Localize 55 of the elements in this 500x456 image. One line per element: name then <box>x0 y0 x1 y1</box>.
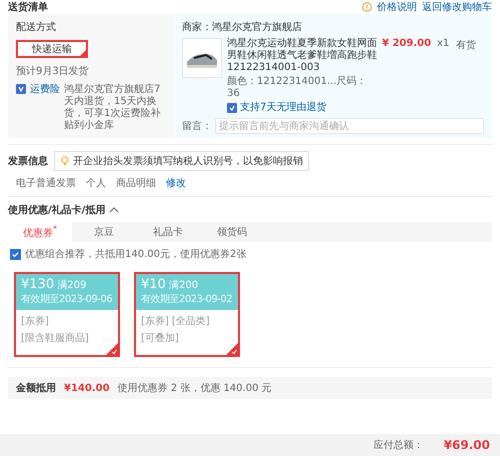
remark-field[interactable]: 提示留言前先与商家沟通确认 <box>215 118 484 134</box>
summary-label: 金额抵用 <box>16 381 56 395</box>
discount-amount: ¥140.00 <box>64 382 110 394</box>
header-link[interactable]: 价格说明 <box>377 0 417 14</box>
coupon-amount: ¥130 <box>21 277 54 292</box>
coupon-amount: ¥10 <box>141 277 166 292</box>
section-title: 使用优惠/礼品卡/抵用 <box>8 204 106 217</box>
invoice-detail: 电子普通发票 <box>16 176 76 190</box>
selected-corner-icon <box>226 343 238 355</box>
coupon-tag: [东券] <box>21 314 49 328</box>
bulb-icon <box>60 156 70 166</box>
insurance-text: 鸿星尔克官方旗舰店7天内退货，15天内换货，可享1次运费险补贴到小金库 <box>64 84 162 132</box>
coupon-card[interactable]: ¥130 满209 有效期至2023-09-06 [东券] [限含鞋服商品] <box>14 272 120 357</box>
total-amount: ¥69.00 <box>444 438 490 452</box>
coupon-condition: 满209 <box>57 280 86 291</box>
delivery-option[interactable]: 快递运输 <box>16 40 88 58</box>
shoe-thumbnail <box>182 38 222 78</box>
coupon-tab[interactable]: 礼品卡 <box>136 222 200 242</box>
store-name: 商家：鸿星尔克官方旗舰店 <box>182 20 303 34</box>
coupon-tab[interactable]: 领货码 <box>200 222 264 242</box>
insurance-tag: 运费险 <box>30 84 60 96</box>
product-title: 鸿星尔克运动鞋夏季新款女鞋网面男鞋休闲鞋透气老爹鞋増高跑步鞋 12122314001-003 <box>227 38 377 74</box>
total-label: 应付总额： <box>374 438 424 452</box>
chevron-icon[interactable] <box>109 207 120 213</box>
warning-icon <box>362 2 372 12</box>
product-spec: 颜色：12122314001...尺码：36 <box>227 76 368 100</box>
coupon-tab[interactable]: 京豆 <box>72 222 136 242</box>
recommend-text: 优惠组合推荐，共抵用140.00元，使用优惠券2张 <box>25 248 246 261</box>
edit-link[interactable]: 修改 <box>166 176 186 190</box>
coupon-tag: [可叠加] <box>141 331 179 345</box>
delivery-estimate: 预计9月3日发货 <box>16 64 89 78</box>
invoice-detail: 商品明细 <box>116 176 156 190</box>
section-title: 发票信息 <box>8 154 48 168</box>
header-link[interactable]: 返回修改购物车 <box>422 0 492 14</box>
coupon-condition: 满200 <box>169 280 198 291</box>
discount-summary: 使用优惠券 2 张，优惠 140.00 元 <box>118 382 272 395</box>
product-quantity: x1 <box>437 38 450 49</box>
coupon-validity: 有效期至2023-09-02 <box>141 292 233 306</box>
invoice-detail: 个人 <box>86 177 106 190</box>
stock-status: 有货 <box>456 39 476 52</box>
coupon-tab[interactable]: 优惠券$^{*}$ <box>8 222 72 242</box>
coupon-tag: [东券] <box>141 314 169 328</box>
delivery-label: 配送方式 <box>16 20 56 34</box>
selected-corner-icon <box>106 343 118 355</box>
coupon-card[interactable]: ¥10 满200 有效期至2023-09-02 [东券] [全品类] [可叠加] <box>134 272 240 357</box>
return-icon <box>227 103 237 113</box>
coupon-tag: [限含鞋服商品] <box>21 331 89 345</box>
coupon-tag: [全品类] <box>172 314 210 328</box>
coupon-validity: 有效期至2023-09-06 <box>21 292 113 306</box>
checkbox[interactable] <box>10 248 21 260</box>
invoice-tip: 开企业抬头发票须填写纳税人识别号，以免影响报销 <box>54 151 309 171</box>
product-price: ¥ 209.00 <box>382 38 432 49</box>
remark-label: 留言： <box>182 120 212 133</box>
return-policy[interactable]: 支持7天无理由退货 <box>240 102 326 114</box>
section-title: 送货清单 <box>8 0 48 14</box>
